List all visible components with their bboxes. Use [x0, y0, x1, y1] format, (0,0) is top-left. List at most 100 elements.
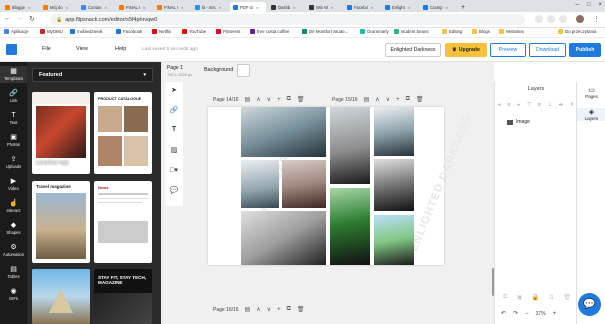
- photo[interactable]: [330, 107, 370, 184]
- group-icon[interactable]: ▣: [517, 294, 523, 301]
- avatar[interactable]: [576, 15, 584, 23]
- note-icon[interactable]: ▤: [245, 306, 251, 313]
- background-color-swatch[interactable]: [237, 64, 250, 77]
- close-icon[interactable]: ×: [66, 5, 68, 10]
- close-icon[interactable]: ×: [408, 5, 410, 10]
- document-name-field[interactable]: Enlighted Darkness: [385, 43, 441, 57]
- bookmark-item[interactable]: YouTube: [182, 29, 206, 34]
- menu-help[interactable]: Help: [115, 46, 126, 52]
- browser-tab[interactable]: Mój do ×: [40, 2, 76, 12]
- chat-button[interactable]: 💬: [578, 293, 601, 316]
- close-icon[interactable]: ×: [105, 5, 107, 10]
- bookmark-item[interactable]: Grammarly: [360, 29, 389, 34]
- bookmark-folder[interactable]: Blogs: [472, 29, 490, 34]
- link-tool-icon[interactable]: 🔗: [165, 106, 183, 114]
- browser-tab-active[interactable]: PDF to ×: [230, 2, 266, 12]
- template-thumbnail[interactable]: News: [94, 181, 152, 263]
- bookmark-folder[interactable]: Editing: [442, 29, 462, 34]
- zoom-in-icon[interactable]: +: [553, 311, 557, 317]
- delete-icon[interactable]: 🗑: [297, 96, 305, 103]
- lock-icon[interactable]: 🔒: [532, 294, 539, 301]
- new-tab-button[interactable]: +: [458, 2, 468, 12]
- text-tool-icon[interactable]: T: [165, 126, 183, 133]
- redo-icon[interactable]: ↷: [513, 310, 518, 317]
- shape-tool-icon[interactable]: □▾: [165, 166, 183, 174]
- menu-file[interactable]: File: [42, 46, 51, 52]
- bookmark-item[interactable]: MyDMU: [40, 29, 63, 34]
- upgrade-button[interactable]: ♛ Upgrade: [445, 43, 487, 57]
- add-page-icon[interactable]: +: [396, 97, 400, 103]
- move-up-icon[interactable]: ∧: [256, 306, 260, 313]
- align-top-icon[interactable]: ⊤: [527, 102, 531, 108]
- template-thumbnail[interactable]: PRODUCT CATALOGUE: [94, 92, 152, 174]
- browser-tab[interactable]: FINAL I ×: [154, 2, 190, 12]
- flipsnack-logo[interactable]: [6, 44, 17, 55]
- zoom-level[interactable]: 37%: [536, 311, 546, 317]
- rail-automation[interactable]: ⚙ Automation: [0, 244, 27, 257]
- extension-icon[interactable]: [547, 15, 555, 23]
- browser-tab[interactable]: lit - Sec ×: [192, 2, 228, 12]
- featured-dropdown[interactable]: Featured ▾: [32, 68, 153, 82]
- align-center-icon[interactable]: ≡: [508, 102, 511, 108]
- browser-tab[interactable]: Enlight ×: [382, 2, 418, 12]
- publish-button[interactable]: Publish: [569, 43, 601, 57]
- duplicate-icon[interactable]: ⧉: [406, 96, 410, 103]
- page-spread[interactable]: ENLIGHTED DARKNESS ENLIGHTED DARKNESS: [208, 107, 474, 265]
- rail-link[interactable]: 🔗 Link: [0, 90, 27, 103]
- preview-button[interactable]: Preview: [490, 43, 526, 57]
- close-icon[interactable]: ×: [219, 5, 221, 10]
- bookmark-item[interactable]: mobiedzienik: [70, 29, 103, 34]
- bookmark-item[interactable]: Facebook: [116, 29, 142, 34]
- maximize-icon[interactable]: □: [587, 2, 591, 8]
- rail-uploads[interactable]: ⇪ Uploads: [0, 156, 27, 169]
- tab-layers[interactable]: ◈ Layers: [577, 108, 605, 121]
- photo[interactable]: [241, 160, 279, 208]
- photo[interactable]: [282, 160, 326, 208]
- browser-tab[interactable]: Facebo ×: [344, 2, 380, 12]
- undo-icon[interactable]: ↶: [501, 310, 506, 317]
- rail-video[interactable]: ▶ Video: [0, 178, 27, 191]
- move-down-icon[interactable]: ∨: [267, 96, 271, 103]
- template-thumbnail[interactable]: [32, 269, 90, 324]
- bookmark-folder[interactable]: Websites: [499, 29, 524, 34]
- note-icon[interactable]: ▤: [245, 96, 251, 103]
- bookmark-item[interactable]: student beans: [394, 29, 429, 34]
- photo[interactable]: [241, 107, 326, 157]
- close-icon[interactable]: ×: [256, 5, 258, 10]
- rail-photos[interactable]: ▣ Photos: [0, 134, 27, 147]
- add-page-icon[interactable]: +: [277, 307, 281, 313]
- align-left-icon[interactable]: ⫷: [498, 102, 501, 108]
- align-middle-icon[interactable]: ≡: [538, 102, 541, 108]
- move-up-icon[interactable]: ∧: [375, 96, 379, 103]
- rail-gifs[interactable]: ◉ GIFs: [0, 288, 27, 301]
- distribute-v-icon[interactable]: ⇳: [570, 102, 574, 108]
- browser-tab[interactable]: Dashb ×: [268, 2, 304, 12]
- extension-icon[interactable]: [559, 15, 567, 23]
- close-icon[interactable]: ×: [446, 5, 448, 10]
- delete-icon[interactable]: 🗑: [297, 306, 305, 313]
- rail-text[interactable]: T Text: [0, 112, 27, 125]
- rail-shapes[interactable]: ◆ Shapes: [0, 222, 27, 235]
- move-down-icon[interactable]: ∨: [386, 96, 390, 103]
- forward-icon[interactable]: →: [16, 15, 23, 22]
- move-down-icon[interactable]: ∨: [267, 306, 271, 313]
- close-icon[interactable]: ×: [293, 5, 295, 10]
- editor-canvas[interactable]: Page 1 790 x 1026 px Background ➤ 🔗 T ▨ …: [161, 62, 494, 324]
- rail-tables[interactable]: ▤ Tables: [0, 266, 27, 279]
- close-icon[interactable]: ×: [371, 5, 373, 10]
- comment-tool-icon[interactable]: 💬: [165, 186, 183, 194]
- browser-tab[interactable]: Blogge ×: [2, 2, 38, 12]
- download-button[interactable]: Download: [529, 43, 566, 57]
- close-icon[interactable]: ×: [331, 5, 333, 10]
- add-page-icon[interactable]: +: [277, 97, 281, 103]
- bookmark-item[interactable]: Aplikacje: [4, 29, 29, 34]
- browser-menu-icon[interactable]: ⋮: [593, 15, 600, 23]
- bookmark-folder[interactable]: Do przeczytania: [558, 29, 596, 34]
- bookmark-item[interactable]: De Montfort Stude...: [302, 29, 348, 34]
- delete-icon[interactable]: 🗑: [416, 96, 424, 103]
- bookmark-item[interactable]: Pinterest: [216, 29, 240, 34]
- copy-icon[interactable]: ⧉: [503, 294, 507, 301]
- template-thumbnail[interactable]: Luxurious rugs: [32, 92, 90, 174]
- close-window-icon[interactable]: ×: [598, 2, 602, 8]
- bookmark-item[interactable]: Netflix: [152, 29, 171, 34]
